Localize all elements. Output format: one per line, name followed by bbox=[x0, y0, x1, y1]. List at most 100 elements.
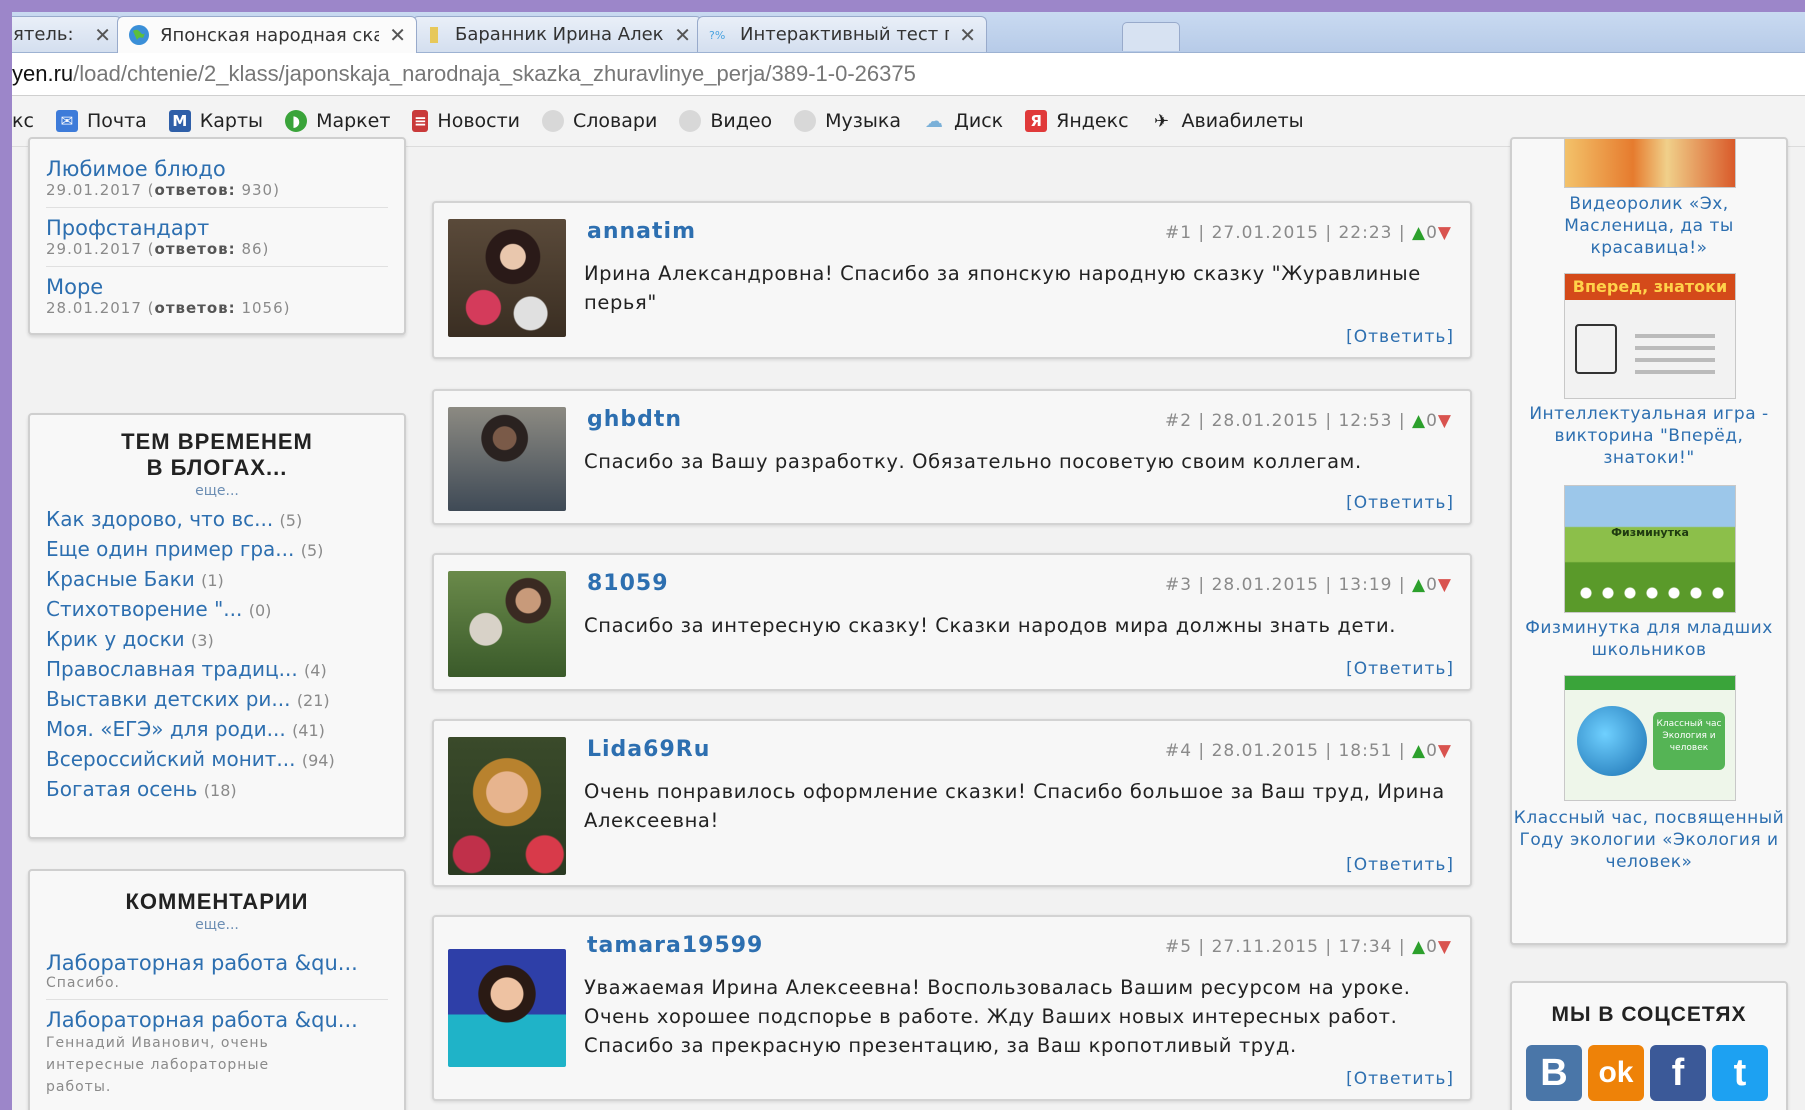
bookmark-music[interactable]: Музыка bbox=[794, 110, 901, 132]
tab-label: Японская народная ска: bbox=[160, 24, 380, 46]
blog-item[interactable]: Как здорово, что вс... (5) bbox=[46, 505, 388, 535]
comment-author[interactable]: 81059 bbox=[587, 571, 669, 596]
bookmark-disk[interactable]: ☁ Диск bbox=[923, 110, 1003, 132]
close-tab-icon[interactable]: ✕ bbox=[389, 23, 406, 47]
blogs-more-link[interactable]: еще... bbox=[46, 483, 388, 499]
bookmark-dictionary[interactable]: Словари bbox=[542, 110, 657, 132]
address-bar[interactable]: yen.ru/load/chtenie/2_klass/japonskaja_n… bbox=[12, 53, 1805, 96]
reply-link[interactable]: [Ответить] bbox=[1346, 1069, 1454, 1089]
vote-down-icon[interactable]: ▼ bbox=[1438, 575, 1452, 595]
twitter-icon[interactable]: t bbox=[1712, 1045, 1768, 1101]
bookmark-mail[interactable]: ✉ Почта bbox=[55, 110, 147, 132]
latest-comment-link[interactable]: Лабораторная работа &qu... bbox=[46, 951, 388, 975]
bookmark-yandex[interactable]: Я Яндекс bbox=[1025, 110, 1129, 132]
vote-up-icon[interactable]: ▲ bbox=[1412, 411, 1426, 431]
blog-item[interactable]: Православная традиц... (4) bbox=[46, 655, 388, 685]
tab-2[interactable]: Баранник Ирина Алекс: ✕ bbox=[412, 16, 702, 52]
vote-up-icon[interactable]: ▲ bbox=[1412, 937, 1426, 957]
news-icon: ≡ bbox=[412, 110, 429, 132]
blog-item[interactable]: Выставки детских ри... (21) bbox=[46, 685, 388, 715]
bookmark-label: Авиабилеты bbox=[1181, 110, 1304, 132]
bookmark-video[interactable]: Видео bbox=[679, 110, 772, 132]
vote-down-icon[interactable]: ▼ bbox=[1438, 937, 1452, 957]
bookmark-avia[interactable]: ✈ Авиабилеты bbox=[1151, 110, 1304, 132]
reply-link[interactable]: [Ответить] bbox=[1346, 659, 1454, 679]
blog-item[interactable]: Всероссийский монит... (94) bbox=[46, 745, 388, 775]
user-avatar[interactable] bbox=[448, 571, 566, 677]
blog-item[interactable]: Моя. «ЕГЭ» для роди... (41) bbox=[46, 715, 388, 745]
vote-down-icon[interactable]: ▼ bbox=[1438, 741, 1452, 761]
vk-icon[interactable]: B bbox=[1526, 1045, 1582, 1101]
test-icon: ?% bbox=[709, 29, 725, 42]
market-icon: ◗ bbox=[285, 110, 308, 132]
latest-comment: Лабораторная работа &qu... Спасибо. bbox=[46, 951, 388, 991]
reply-link[interactable]: [Ответить] bbox=[1346, 855, 1454, 875]
forum-topic-link[interactable]: Любимое блюдо bbox=[46, 157, 388, 181]
blog-item[interactable]: Красные Баки (1) bbox=[46, 565, 388, 595]
related-card[interactable]: Видеоролик «Эх, Масленица, да ты красави… bbox=[1512, 139, 1786, 259]
video-thumbnail[interactable] bbox=[1564, 139, 1736, 188]
user-avatar[interactable] bbox=[448, 949, 566, 1067]
comment-author[interactable]: annatim bbox=[587, 219, 696, 244]
related-caption[interactable]: Классный час, посвященный Году экологии … bbox=[1512, 807, 1786, 873]
blog-item[interactable]: Еще один пример гра... (5) bbox=[46, 535, 388, 565]
tab-3[interactable]: ?% Интерактивный тест по ✕ bbox=[697, 16, 987, 52]
tab-0[interactable]: ятель: ✕ bbox=[12, 16, 122, 52]
blog-item[interactable]: Крик у доски (3) bbox=[46, 625, 388, 655]
forum-topics-panel: Любимое блюдо 29.01.2017 (ответов: 930) … bbox=[28, 137, 406, 335]
user-avatar[interactable] bbox=[448, 407, 566, 511]
bookmark-label: Яндекс bbox=[1056, 110, 1129, 132]
odnoklassniki-icon[interactable]: ok bbox=[1588, 1045, 1644, 1101]
vote-up-icon[interactable]: ▲ bbox=[1412, 575, 1426, 595]
bookmark-news[interactable]: ≡ Новости bbox=[412, 110, 520, 132]
bookmark-label: кс bbox=[12, 110, 34, 132]
user-avatar[interactable] bbox=[448, 219, 566, 337]
reply-link[interactable]: [Ответить] bbox=[1346, 493, 1454, 513]
social-heading: МЫ В СОЦСЕТЯХ bbox=[1551, 1003, 1747, 1026]
close-tab-icon[interactable]: ✕ bbox=[674, 23, 691, 47]
comment-meta: #5 | 27.11.2015 | 17:34 | ▲0▼ bbox=[1164, 937, 1452, 957]
vote-down-icon[interactable]: ▼ bbox=[1438, 411, 1452, 431]
bookmark-label: Карты bbox=[199, 110, 264, 132]
latest-comment: Лабораторная работа &qu... Геннадий Иван… bbox=[46, 1008, 388, 1098]
related-card[interactable]: Классный час Экология и человек Классный… bbox=[1512, 675, 1786, 905]
comment-meta: #2 | 28.01.2015 | 12:53 | ▲0▼ bbox=[1164, 411, 1452, 431]
facebook-icon[interactable]: f bbox=[1650, 1045, 1706, 1101]
latest-comment-snippet: Геннадий Иванович, очень интересные лабо… bbox=[46, 1035, 270, 1095]
comment-author[interactable]: Lida69Ru bbox=[587, 737, 710, 762]
bookmark-market[interactable]: ◗ Маркет bbox=[285, 110, 390, 132]
related-card[interactable]: Физминутка Физминутка для младших школьн… bbox=[1512, 485, 1786, 660]
related-caption[interactable]: Интеллектуальная игра - викторина "Вперё… bbox=[1512, 403, 1786, 469]
comment-item: 81059 #3 | 28.01.2015 | 13:19 | ▲0▼ Спас… bbox=[432, 553, 1472, 691]
new-tab-button[interactable] bbox=[1122, 22, 1180, 51]
forum-topic-link[interactable]: Профстандарт bbox=[46, 216, 388, 240]
related-caption[interactable]: Видеоролик «Эх, Масленица, да ты красави… bbox=[1512, 193, 1786, 259]
related-caption[interactable]: Физминутка для младших школьников bbox=[1512, 617, 1786, 661]
close-tab-icon[interactable]: ✕ bbox=[959, 23, 976, 47]
comment-author[interactable]: tamara19599 bbox=[587, 933, 763, 958]
latest-comment-link[interactable]: Лабораторная работа &qu... bbox=[46, 1008, 388, 1032]
vote-down-icon[interactable]: ▼ bbox=[1438, 223, 1452, 243]
blog-item[interactable]: Богатая осень (18) bbox=[46, 775, 388, 805]
reply-link[interactable]: [Ответить] bbox=[1346, 327, 1454, 347]
bookmark-yandex-partial[interactable]: кс bbox=[12, 110, 34, 132]
blog-item[interactable]: Стихотворение "... (0) bbox=[46, 595, 388, 625]
quiz-thumbnail[interactable]: Вперед, знатоки bbox=[1564, 273, 1736, 399]
book-icon bbox=[1575, 324, 1617, 374]
latest-comments-more-link[interactable]: еще... bbox=[46, 917, 388, 933]
forum-topic-link[interactable]: Море bbox=[46, 275, 388, 299]
comment-meta: #3 | 28.01.2015 | 13:19 | ▲0▼ bbox=[1164, 575, 1452, 595]
user-avatar[interactable] bbox=[448, 737, 566, 875]
bookmark-maps[interactable]: M Карты bbox=[168, 110, 264, 132]
close-tab-icon[interactable]: ✕ bbox=[94, 23, 111, 47]
physminute-thumbnail[interactable]: Физминутка bbox=[1564, 485, 1736, 613]
tab-1[interactable]: Японская народная ска: ✕ bbox=[117, 16, 417, 53]
globe-icon bbox=[129, 25, 149, 45]
divider bbox=[46, 999, 388, 1000]
vote-up-icon[interactable]: ▲ bbox=[1412, 741, 1426, 761]
comment-author[interactable]: ghbdtn bbox=[587, 407, 682, 432]
vote-up-icon[interactable]: ▲ bbox=[1412, 223, 1426, 243]
related-card[interactable]: Вперед, знатоки Интеллектуальная игра - … bbox=[1512, 273, 1786, 473]
comment-item: ghbdtn #2 | 28.01.2015 | 12:53 | ▲0▼ Спа… bbox=[432, 389, 1472, 525]
ecology-thumbnail[interactable]: Классный час Экология и человек bbox=[1564, 675, 1736, 801]
